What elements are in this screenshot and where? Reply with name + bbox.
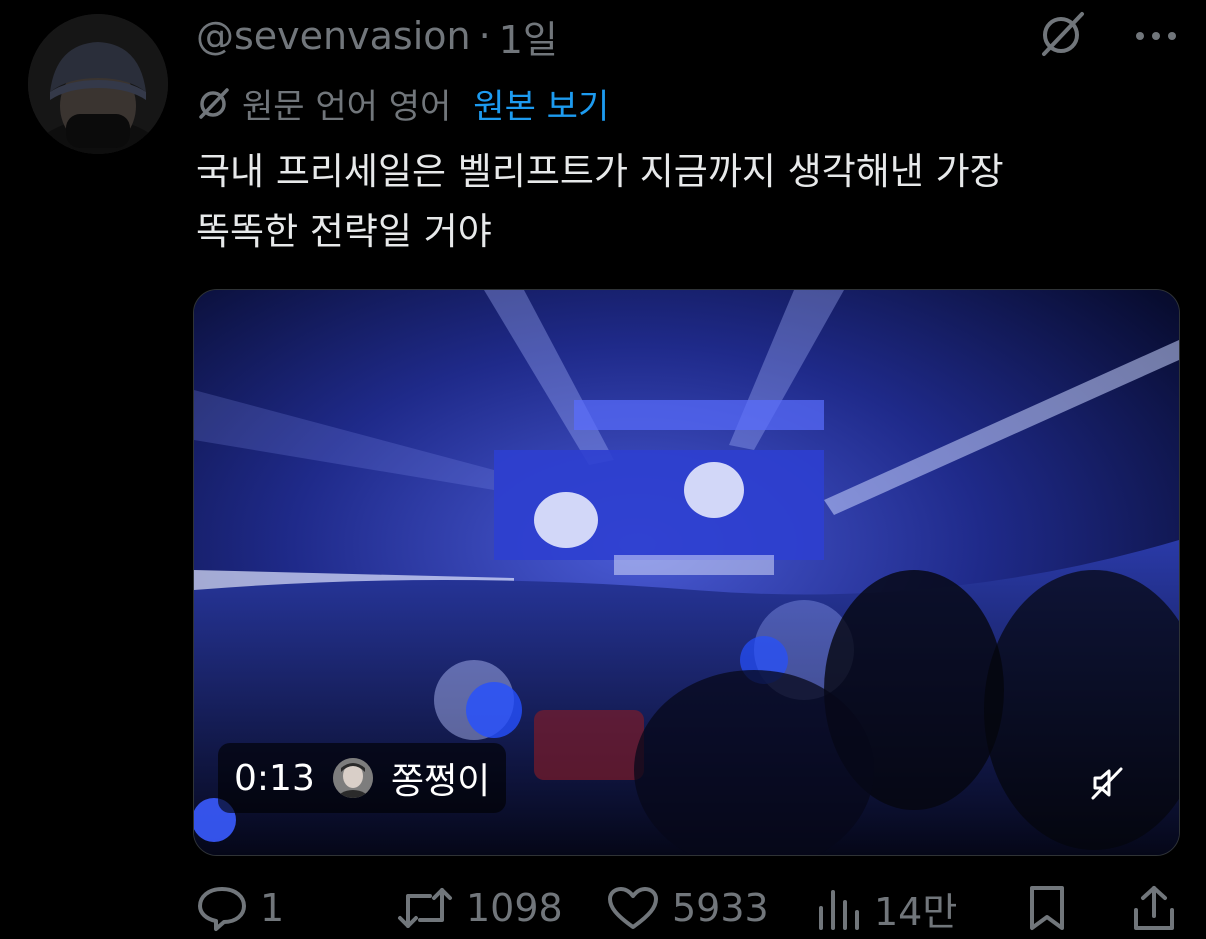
translation-label: 원문 언어 영어 xyxy=(242,86,452,127)
header-icons xyxy=(1036,12,1178,60)
video-info-pill: 0:13 쫑쩡이 xyxy=(218,743,507,813)
action-bar: 1 1098 5933 14만 xyxy=(196,880,1182,936)
grok-icon[interactable] xyxy=(1036,8,1088,64)
creator-avatar xyxy=(332,758,373,798)
bookmark-button[interactable] xyxy=(1026,884,1106,932)
like-icon xyxy=(606,885,660,931)
bookmark-icon xyxy=(1026,884,1068,932)
translation-row: 원문 언어 영어 원본 보기 xyxy=(196,79,609,128)
reply-count: 1 xyxy=(260,886,285,930)
like-button[interactable]: 5933 xyxy=(606,885,816,931)
avatar[interactable] xyxy=(28,14,168,154)
share-icon xyxy=(1132,884,1176,932)
video-duration: 0:13 xyxy=(234,757,315,799)
author-handle[interactable]: @sevenvasion xyxy=(196,14,471,58)
mute-icon xyxy=(1089,765,1125,805)
timestamp[interactable]: 1일 xyxy=(499,9,558,64)
more-icon[interactable] xyxy=(1134,27,1178,46)
show-original-link[interactable]: 원본 보기 xyxy=(473,79,609,128)
like-count: 5933 xyxy=(672,886,769,930)
mute-button[interactable] xyxy=(1077,755,1137,815)
reply-button[interactable]: 1 xyxy=(196,884,396,932)
tweet-text: 국내 프리세일은 벨리프트가 지금까지 생각해낸 가장 똑똑한 전략일 거야 xyxy=(196,150,1004,253)
views-count: 14만 xyxy=(874,889,958,934)
translate-icon xyxy=(196,85,232,121)
retweet-button[interactable]: 1098 xyxy=(396,886,606,930)
retweet-count: 1098 xyxy=(466,886,563,930)
views-icon xyxy=(816,886,862,930)
header-separator: · xyxy=(478,14,491,58)
retweet-icon xyxy=(396,886,454,930)
views-button[interactable]: 14만 xyxy=(816,881,1026,936)
reply-icon xyxy=(196,884,248,932)
tweet-header: @sevenvasion · 1일 xyxy=(196,12,558,62)
video-player[interactable]: 0:13 쫑쩡이 xyxy=(193,289,1180,856)
share-button[interactable] xyxy=(1106,884,1176,932)
video-creator-name: 쫑쩡이 xyxy=(390,761,491,802)
